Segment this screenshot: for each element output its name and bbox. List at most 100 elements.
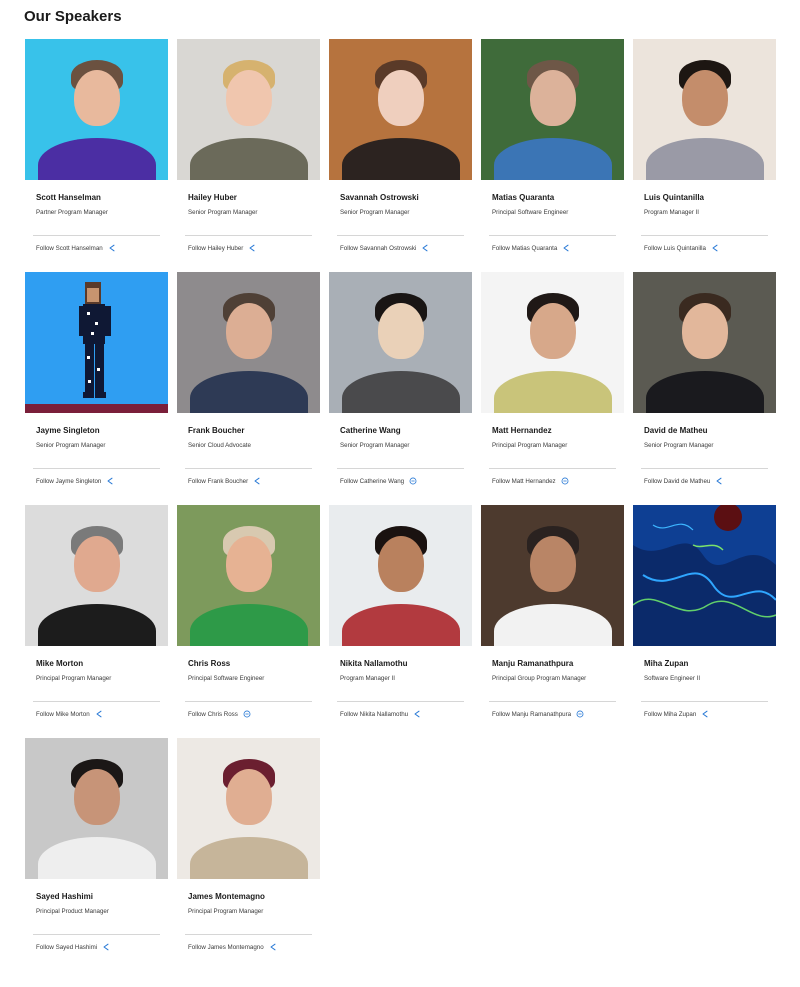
divider xyxy=(641,235,768,236)
speaker-photo xyxy=(177,39,320,180)
speaker-card: Miha Zupan Software Engineer II Follow Mih… xyxy=(633,505,776,730)
speaker-role: Principal Program Manager xyxy=(492,442,568,449)
speaker-card: Jayme Singleton Senior Program Manager Fol… xyxy=(25,272,168,497)
follow-link[interactable]: Follow Miha Zupan xyxy=(644,710,709,718)
speaker-photo xyxy=(25,738,168,879)
circle-minus-icon xyxy=(576,710,584,718)
follow-link[interactable]: Follow Manju Ramanathpura xyxy=(492,710,584,718)
circle-minus-icon xyxy=(561,477,569,485)
share-icon xyxy=(103,943,109,951)
divider xyxy=(641,468,768,469)
follow-label: Follow Chris Ross xyxy=(188,710,238,718)
speaker-photo xyxy=(633,39,776,180)
speaker-card: Luis Quintanilla Program Manager II Follow… xyxy=(633,39,776,264)
pixel-avatar-image xyxy=(25,282,168,413)
follow-label: Follow Luis Quintanilla xyxy=(644,244,706,252)
follow-link[interactable]: Follow Savannah Ostrowski xyxy=(340,244,429,252)
share-icon xyxy=(254,477,260,485)
follow-link[interactable]: Follow Scott Hanselman xyxy=(36,244,116,252)
speaker-role: Senior Program Manager xyxy=(188,209,258,216)
speaker-photo xyxy=(481,505,624,646)
circle-minus-icon xyxy=(243,710,251,718)
divider xyxy=(33,701,160,702)
speaker-name: Frank Boucher xyxy=(188,426,245,435)
follow-label: Follow Savannah Ostrowski xyxy=(340,244,417,252)
speaker-role: Partner Program Manager xyxy=(36,209,108,216)
speaker-role: Principal Group Program Manager xyxy=(492,675,587,682)
speaker-name: Matt Hernandez xyxy=(492,426,552,435)
speaker-name: Sayed Hashimi xyxy=(36,892,93,901)
share-icon xyxy=(563,244,569,252)
follow-link[interactable]: Follow Luis Quintanilla xyxy=(644,244,719,252)
speaker-name: Savannah Ostrowski xyxy=(340,193,419,202)
speaker-name: Mike Morton xyxy=(36,659,84,668)
speaker-card: Matt Hernandez Principal Program Manager F… xyxy=(481,272,624,497)
speaker-card: Manju Ramanathpura Principal Group Progra… xyxy=(481,505,624,730)
speaker-card: Frank Boucher Senior Cloud Advocate Follow… xyxy=(177,272,320,497)
divider xyxy=(33,468,160,469)
follow-label: Follow Manju Ramanathpura xyxy=(492,710,572,718)
divider xyxy=(185,934,312,935)
speaker-role: Program Manager II xyxy=(340,675,396,682)
speaker-card: Nikita Nallamothu Program Manager II Follo… xyxy=(329,505,472,730)
speaker-name: Hailey Huber xyxy=(188,193,237,202)
speaker-name: Jayme Singleton xyxy=(36,426,100,435)
speaker-card: Mike Morton Principal Program Manager Foll… xyxy=(25,505,168,730)
follow-link[interactable]: Follow Jayme Singleton xyxy=(36,477,114,485)
speaker-card: Savannah Ostrowski Senior Program Manager… xyxy=(329,39,472,264)
speaker-grid: Scott Hanselman Partner Program Manager Fo… xyxy=(25,39,776,971)
divider xyxy=(185,468,312,469)
speaker-card: Matias Quaranta Principal Software Engine… xyxy=(481,39,624,264)
speaker-card: David de Matheu Senior Program Manager Fol… xyxy=(633,272,776,497)
divider xyxy=(489,701,616,702)
speaker-name: David de Matheu xyxy=(644,426,708,435)
speaker-card: Sayed Hashimi Principal Product Manager Fo… xyxy=(25,738,168,963)
speaker-role: Senior Program Manager xyxy=(340,442,410,449)
follow-label: Follow Catherine Wang xyxy=(340,477,405,485)
speaker-name: Catherine Wang xyxy=(340,426,401,435)
speaker-photo xyxy=(177,738,320,879)
follow-link[interactable]: Follow Matias Quaranta xyxy=(492,244,570,252)
follow-link[interactable]: Follow James Montemagno xyxy=(188,943,277,951)
speaker-card: James Montemagno Principal Program Manage… xyxy=(177,738,320,963)
follow-link[interactable]: Follow Hailey Huber xyxy=(188,244,256,252)
share-icon xyxy=(712,244,718,252)
speaker-photo xyxy=(633,505,776,646)
share-icon xyxy=(96,710,102,718)
divider xyxy=(185,701,312,702)
share-icon xyxy=(702,710,708,718)
divider xyxy=(33,934,160,935)
follow-link[interactable]: Follow Mike Morton xyxy=(36,710,103,718)
speaker-name: Chris Ross xyxy=(188,659,231,668)
speaker-name: Luis Quintanilla xyxy=(644,193,705,202)
speaker-card: Chris Ross Principal Software Engineer Fol… xyxy=(177,505,320,730)
follow-link[interactable]: Follow David de Matheu xyxy=(644,477,723,485)
follow-label: Follow Miha Zupan xyxy=(644,710,697,718)
speaker-name: Nikita Nallamothu xyxy=(340,659,408,668)
speaker-name: Manju Ramanathpura xyxy=(492,659,574,668)
speaker-photo xyxy=(25,505,168,646)
speaker-role: Principal Product Manager xyxy=(36,908,109,915)
follow-link[interactable]: Follow Catherine Wang xyxy=(340,477,417,485)
fractal-image xyxy=(633,505,776,618)
speaker-role: Principal Program Manager xyxy=(36,675,112,682)
speaker-name: Miha Zupan xyxy=(644,659,689,668)
speaker-card: Hailey Huber Senior Program Manager Follow… xyxy=(177,39,320,264)
share-icon xyxy=(422,244,428,252)
follow-link[interactable]: Follow Nikita Nallamothu xyxy=(340,710,421,718)
follow-label: Follow Nikita Nallamothu xyxy=(340,710,409,718)
speaker-card: Catherine Wang Senior Program Manager Foll… xyxy=(329,272,472,497)
follow-link[interactable]: Follow Chris Ross xyxy=(188,710,251,718)
speaker-role: Program Manager II xyxy=(644,209,700,216)
follow-link[interactable]: Follow Frank Boucher xyxy=(188,477,261,485)
divider xyxy=(489,468,616,469)
speaker-role: Software Engineer II xyxy=(644,675,701,682)
follow-link[interactable]: Follow Matt Hernandez xyxy=(492,477,569,485)
follow-label: Follow Matt Hernandez xyxy=(492,477,556,485)
speaker-role: Senior Cloud Advocate xyxy=(188,442,251,449)
page-title: Our Speakers xyxy=(24,8,122,25)
follow-label: Follow Scott Hanselman xyxy=(36,244,103,252)
speaker-photo xyxy=(329,272,472,413)
follow-link[interactable]: Follow Sayed Hashimi xyxy=(36,943,110,951)
speaker-photo xyxy=(481,272,624,413)
